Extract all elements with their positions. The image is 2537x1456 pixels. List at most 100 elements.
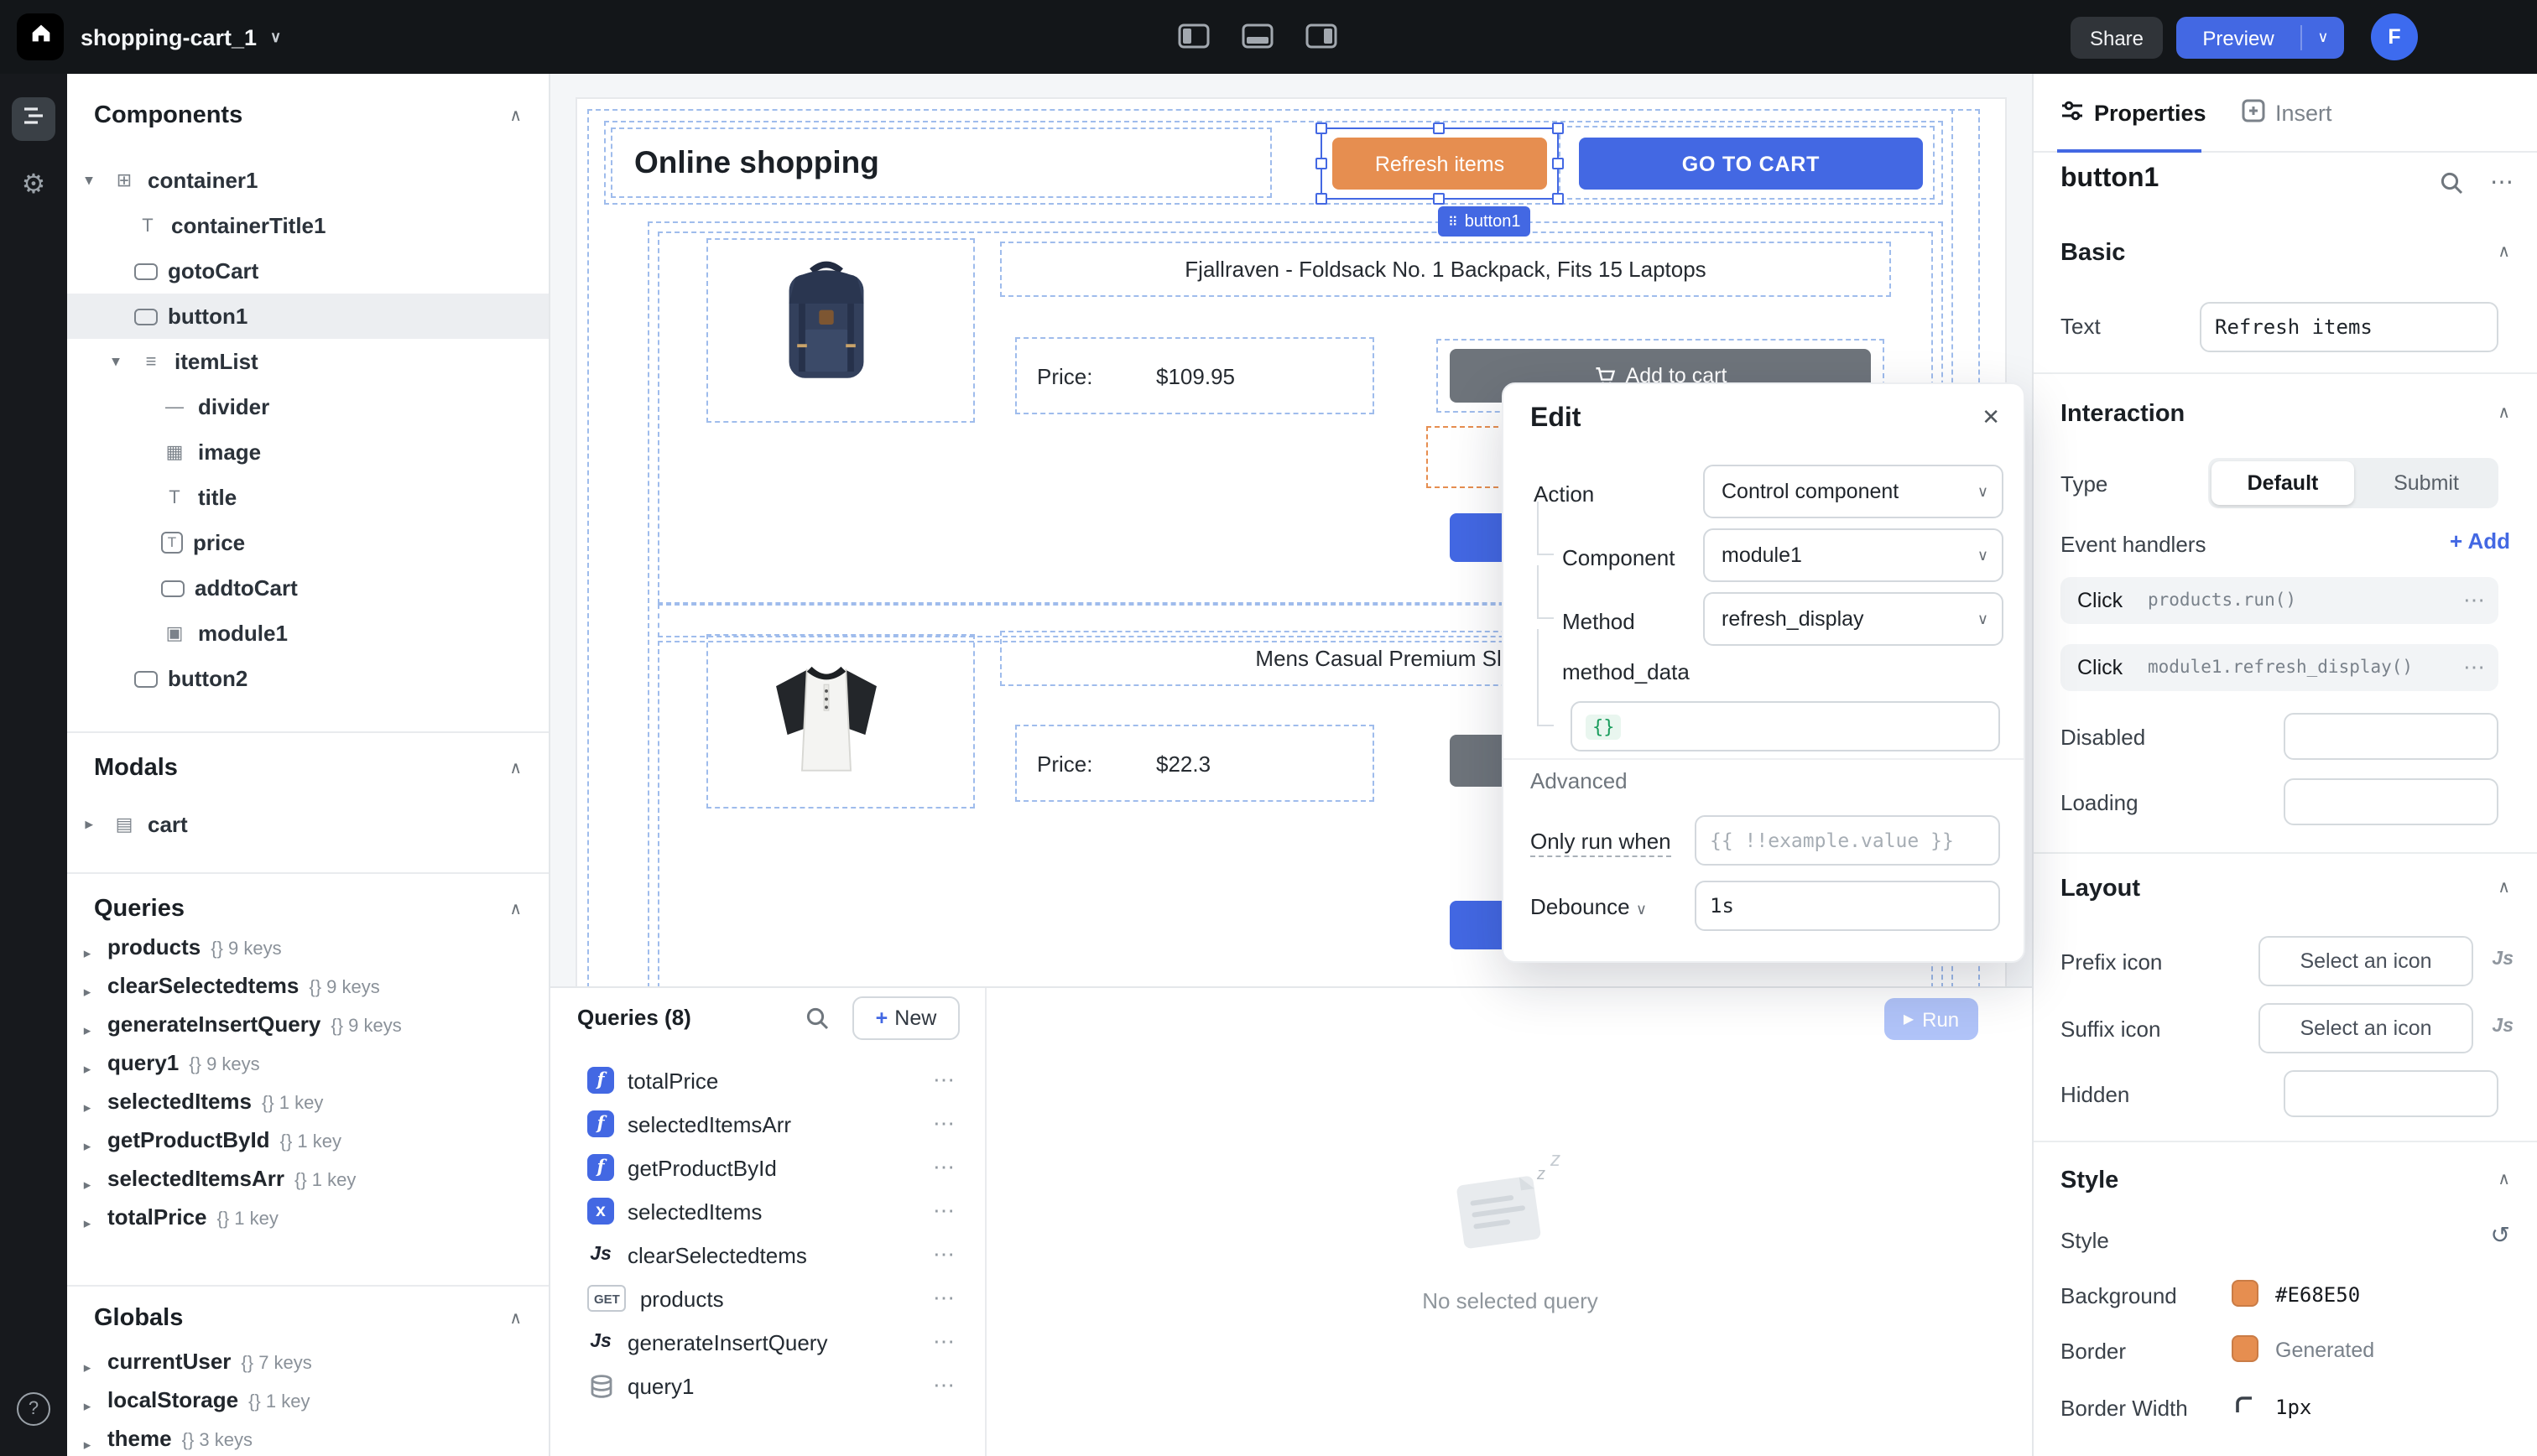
query-item-query1[interactable]: ▸ query1 {} 9 keys — [67, 1050, 549, 1089]
fx-toggle[interactable]: Js — [2492, 949, 2514, 970]
global-item-localStorage[interactable]: ▸ localStorage {} 1 key — [67, 1387, 549, 1426]
query-row-products[interactable]: GET products ⋯ — [550, 1277, 985, 1320]
caret-right-icon[interactable]: ▸ — [77, 1137, 97, 1156]
component-tree-nav-button[interactable] — [12, 97, 55, 141]
method-select[interactable]: refresh_display ∨ — [1703, 592, 2003, 646]
tree-item-container1[interactable]: ▾ ⊞ container1 — [67, 158, 549, 203]
chevron-down-icon[interactable]: ∨ — [2302, 29, 2344, 47]
add-event-handler-button[interactable]: + Add — [2450, 528, 2510, 554]
tree-item-module1[interactable]: ▣ module1 — [67, 611, 549, 656]
share-button[interactable]: Share — [2071, 17, 2163, 59]
selection-box[interactable] — [1321, 127, 1559, 200]
preview-button[interactable]: Preview ∨ — [2176, 17, 2344, 59]
kebab-menu-icon[interactable]: ⋯ — [2463, 587, 2485, 614]
tree-item-image[interactable]: ▦ image — [67, 429, 549, 475]
close-icon[interactable]: ✕ — [1982, 404, 2000, 431]
selected-widget-tag[interactable]: ⠿ button1 — [1438, 206, 1530, 237]
toggle-right-panel-icon[interactable] — [1305, 23, 1337, 57]
tab-insert[interactable]: Insert — [2242, 74, 2332, 151]
prefix-icon-select-button[interactable]: Select an icon — [2258, 936, 2473, 986]
global-item-currentUser[interactable]: ▸ currentUser {} 7 keys — [67, 1349, 549, 1387]
chevron-down-icon[interactable]: ∨ — [1636, 901, 1647, 918]
action-select[interactable]: Control component ∨ — [1703, 465, 2003, 518]
caret-right-icon[interactable]: ▸ — [77, 944, 97, 963]
drag-handle-icon[interactable]: ⠿ — [1448, 214, 1458, 229]
type-default-option[interactable]: Default — [2211, 461, 2354, 505]
method-data-input[interactable]: {} — [1571, 701, 2000, 751]
caret-right-icon[interactable]: ▸ — [77, 1397, 97, 1416]
suffix-icon-select-button[interactable]: Select an icon — [2258, 1003, 2473, 1053]
event-handler-row[interactable]: Click module1.refresh_display() ⋯ — [2060, 644, 2498, 691]
caret-down-icon[interactable]: ▾ — [104, 352, 128, 371]
modals-section-header[interactable]: Modals ∧ — [67, 748, 549, 788]
disabled-property-input[interactable] — [2284, 713, 2498, 760]
price-value[interactable]: $109.95 — [1156, 337, 1235, 414]
event-handler-row[interactable]: Click products.run() ⋯ — [2060, 577, 2498, 624]
chevron-up-icon[interactable]: ∧ — [509, 107, 522, 125]
kebab-menu-icon[interactable]: ⋯ — [933, 1329, 955, 1355]
query-row-totalPrice[interactable]: f totalPrice ⋯ — [550, 1058, 985, 1102]
price-label[interactable]: Price: — [1037, 337, 1092, 414]
reset-style-icon[interactable]: ↺ — [2491, 1221, 2510, 1250]
background-color-swatch[interactable] — [2232, 1280, 2258, 1307]
chevron-up-icon[interactable]: ∧ — [2498, 1171, 2510, 1189]
tree-item-itemList[interactable]: ▾ ≡ itemList — [67, 339, 549, 384]
chevron-up-icon[interactable]: ∧ — [2498, 243, 2510, 262]
settings-icon[interactable]: ⚙ — [0, 168, 67, 201]
tree-item-divider[interactable]: — divider — [67, 384, 549, 429]
query-item-products[interactable]: ▸ products {} 9 keys — [67, 934, 549, 973]
query-row-selectedItems[interactable]: x selectedItems ⋯ — [550, 1189, 985, 1233]
query-row-getProductById[interactable]: f getProductById ⋯ — [550, 1146, 985, 1189]
kebab-menu-icon[interactable]: ⋯ — [933, 1198, 955, 1225]
canvas-go-to-cart-button[interactable]: GO TO CART — [1579, 138, 1923, 190]
type-submit-option[interactable]: Submit — [2354, 458, 2498, 508]
query-row-selectedItemsArr[interactable]: f selectedItemsArr ⋯ — [550, 1102, 985, 1146]
hidden-property-input[interactable] — [2284, 1070, 2498, 1117]
fx-toggle[interactable]: Js — [2492, 1017, 2514, 1037]
toggle-bottom-panel-icon[interactable] — [1242, 23, 1274, 57]
caret-right-icon[interactable]: ▸ — [77, 1099, 97, 1117]
only-run-when-input[interactable] — [1695, 815, 2000, 866]
border-width-value[interactable]: 1px — [2275, 1396, 2311, 1419]
caret-right-icon[interactable]: ▸ — [77, 1022, 97, 1040]
kebab-menu-icon[interactable]: ⋯ — [933, 1285, 955, 1312]
component-select[interactable]: module1 ∨ — [1703, 528, 2003, 582]
price-label[interactable]: Price: — [1037, 725, 1092, 802]
caret-right-icon[interactable]: ▸ — [77, 1060, 97, 1079]
chevron-up-icon[interactable]: ∧ — [509, 1309, 522, 1328]
query-item-generateInsertQuery[interactable]: ▸ generateInsertQuery {} 9 keys — [67, 1011, 549, 1050]
tree-item-containerTitle1[interactable]: T containerTitle1 — [67, 203, 549, 248]
query-row-generateInsertQuery[interactable]: Js generateInsertQuery ⋯ — [550, 1320, 985, 1364]
kebab-menu-icon[interactable]: ⋯ — [2490, 168, 2514, 196]
caret-down-icon[interactable]: ▾ — [77, 171, 101, 190]
tree-item-gotoCart[interactable]: gotoCart — [67, 248, 549, 294]
caret-right-icon[interactable]: ▸ — [77, 1214, 97, 1233]
border-color-swatch[interactable] — [2232, 1335, 2258, 1362]
query-item-selectedItemsArr[interactable]: ▸ selectedItemsArr {} 1 key — [67, 1166, 549, 1204]
query-row-clearSelectedtems[interactable]: Js clearSelectedtems ⋯ — [550, 1233, 985, 1277]
price-value[interactable]: $22.3 — [1156, 725, 1211, 802]
query-item-clearSelectedtems[interactable]: ▸ clearSelectedtems {} 9 keys — [67, 973, 549, 1011]
search-icon[interactable] — [2440, 171, 2463, 203]
caret-right-icon[interactable]: ▸ — [77, 983, 97, 1001]
kebab-menu-icon[interactable]: ⋯ — [2463, 654, 2485, 681]
app-name-menu[interactable]: shopping-cart_1 ∨ — [81, 0, 281, 74]
product-title[interactable]: Fjallraven - Foldsack No. 1 Backpack, Fi… — [1000, 242, 1891, 297]
query-item-getProductById[interactable]: ▸ getProductById {} 1 key — [67, 1127, 549, 1166]
caret-right-icon[interactable]: ▸ — [77, 815, 101, 834]
queries-section-header[interactable]: Queries ∧ — [67, 889, 549, 929]
tree-item-addtoCart[interactable]: addtoCart — [67, 565, 549, 611]
query-row-query1[interactable]: query1 ⋯ — [550, 1364, 985, 1407]
help-icon[interactable]: ? — [17, 1392, 50, 1426]
query-item-selectedItems[interactable]: ▸ selectedItems {} 1 key — [67, 1089, 549, 1127]
chevron-up-icon[interactable]: ∧ — [2498, 404, 2510, 423]
components-section-header[interactable]: Components ∧ — [67, 96, 549, 136]
tree-item-button2[interactable]: button2 — [67, 656, 549, 701]
caret-right-icon[interactable]: ▸ — [77, 1176, 97, 1194]
chevron-up-icon[interactable]: ∧ — [2498, 879, 2510, 897]
caret-right-icon[interactable]: ▸ — [77, 1359, 97, 1377]
canvas-title-text[interactable]: Online shopping — [634, 127, 879, 198]
kebab-menu-icon[interactable]: ⋯ — [933, 1110, 955, 1137]
tab-properties[interactable]: Properties — [2060, 74, 2206, 151]
new-query-button[interactable]: + New — [852, 996, 960, 1040]
